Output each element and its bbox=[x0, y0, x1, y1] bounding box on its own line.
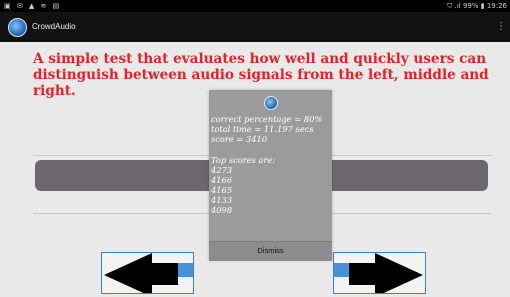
top-score: 4098 bbox=[211, 205, 233, 215]
top-score: 4273 bbox=[211, 165, 233, 175]
overflow-menu-icon[interactable]: ⋮ bbox=[496, 19, 506, 35]
right-arrow-icon bbox=[334, 253, 423, 297]
results-dialog: correct percentage = 80% total time = 11… bbox=[209, 90, 332, 261]
action-bar: CrowdAudio ⋮ bbox=[0, 12, 510, 42]
top-score: 4165 bbox=[211, 185, 233, 195]
top-score: 4133 bbox=[211, 195, 233, 205]
top-scores-heading: Top scores are: bbox=[211, 155, 276, 165]
system-status: ⛉ .ıl 99% ▮ 19:26 bbox=[447, 2, 507, 10]
right-button[interactable] bbox=[333, 252, 426, 297]
top-score: 4166 bbox=[211, 175, 233, 185]
status-bar: ▣ ✉ ▲ ≋ ▤ ⛉ .ıl 99% ▮ 19:26 bbox=[0, 0, 510, 12]
correct-percentage: correct percentage = 80% bbox=[211, 114, 323, 124]
left-button[interactable] bbox=[101, 252, 194, 297]
globe-icon bbox=[264, 96, 278, 110]
left-arrow-icon bbox=[104, 253, 193, 297]
results-text: correct percentage = 80% total time = 11… bbox=[211, 114, 331, 215]
total-time: total time = 11.197 secs bbox=[211, 124, 314, 134]
dismiss-button[interactable]: Dismiss bbox=[209, 241, 332, 261]
notification-icons: ▣ ✉ ▲ ≋ ▤ bbox=[4, 2, 62, 10]
score: score = 3410 bbox=[211, 134, 268, 144]
globe-icon bbox=[8, 18, 27, 37]
app-title: CrowdAudio bbox=[32, 22, 76, 31]
